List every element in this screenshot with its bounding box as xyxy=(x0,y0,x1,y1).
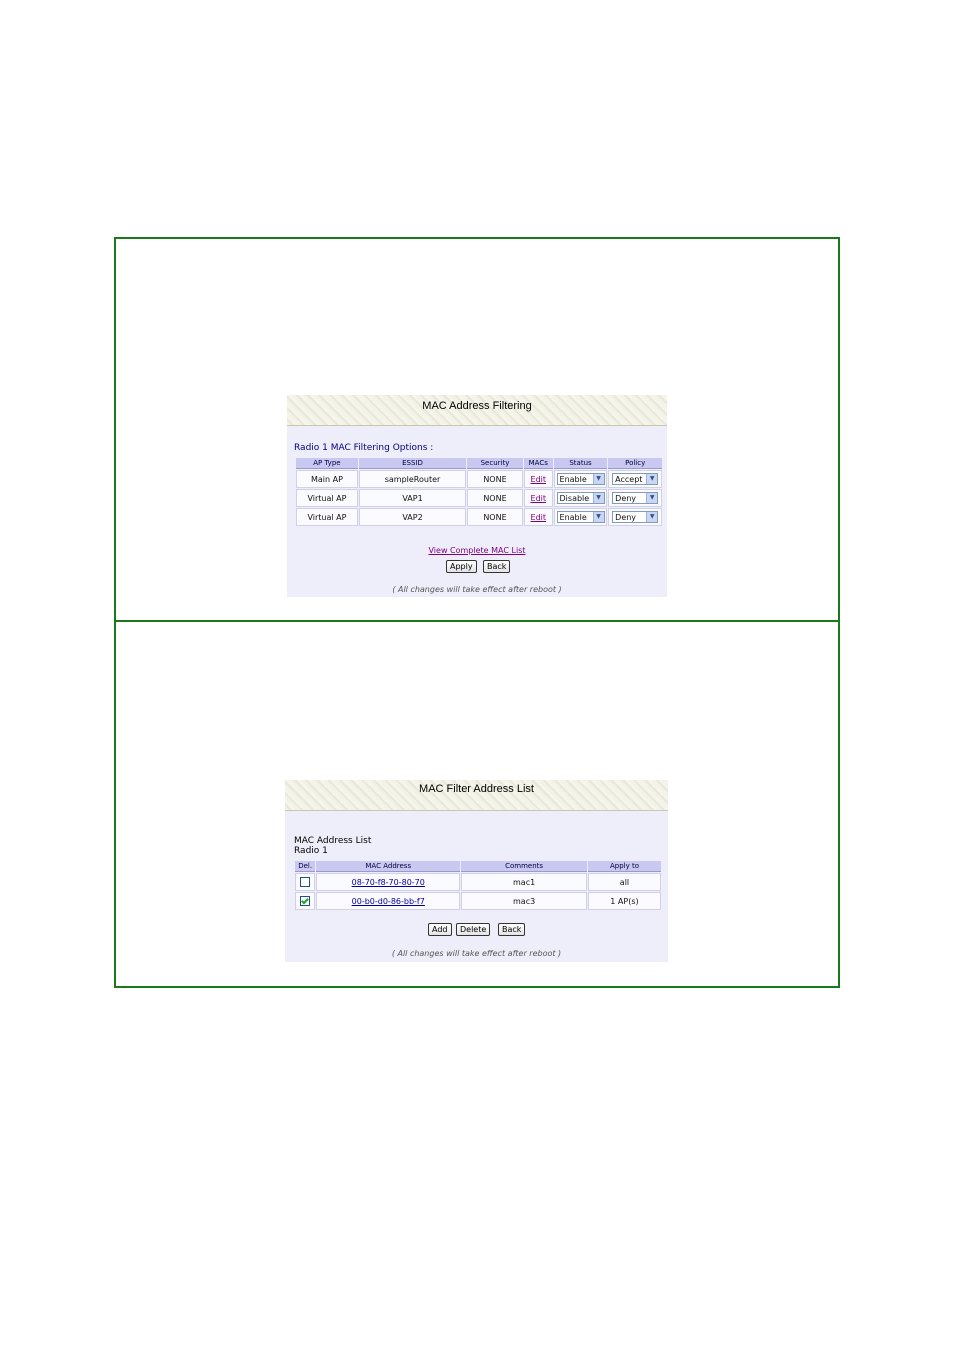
filtering-table: AP Type ESSID Security MACs Status Polic… xyxy=(295,457,663,527)
comment-cell: mac3 xyxy=(461,892,587,910)
policy-cell: Deny ▼ xyxy=(608,489,662,507)
table-row: 00-b0-d0-86-bb-f7 mac3 1 AP(s) xyxy=(295,892,661,910)
status-select[interactable]: Enable ▼ xyxy=(556,473,605,485)
chevron-down-icon: ▼ xyxy=(646,474,658,484)
frame-divider xyxy=(114,620,840,622)
back-button[interactable]: Back xyxy=(483,560,511,573)
macs-cell: Edit xyxy=(523,489,553,507)
back-button[interactable]: Back xyxy=(498,923,526,936)
status-select[interactable]: Disable ▼ xyxy=(556,492,605,504)
mac-filtering-panel: MAC Address Filtering Radio 1 MAC Filter… xyxy=(287,395,667,597)
table-row: Main AP sampleRouter NONE Edit Enable ▼ A… xyxy=(296,470,662,488)
ap-type-cell: Virtual AP xyxy=(296,489,358,507)
policy-value: Deny xyxy=(615,513,637,522)
macs-cell: Edit xyxy=(523,470,553,488)
edit-link[interactable]: Edit xyxy=(531,475,547,484)
policy-cell: Deny ▼ xyxy=(608,508,662,526)
table-row: Virtual AP VAP2 NONE Edit Enable ▼ Deny ▼ xyxy=(296,508,662,526)
table-row: 08-70-f8-70-80-70 mac1 all xyxy=(295,873,661,891)
policy-select[interactable]: Deny ▼ xyxy=(612,511,659,523)
chevron-down-icon: ▼ xyxy=(592,493,604,503)
policy-value: Deny xyxy=(615,494,637,503)
section-label: Radio 1 MAC Filtering Options : xyxy=(294,443,434,453)
status-value: Enable xyxy=(559,475,587,484)
col-apply-to: Apply to xyxy=(587,861,661,872)
mac-address-list-panel: MAC Filter Address List MAC Address List… xyxy=(285,780,668,962)
chevron-down-icon: ▼ xyxy=(592,474,604,484)
delete-button[interactable]: Delete xyxy=(456,923,491,936)
del-cell xyxy=(295,892,316,910)
policy-value: Accept xyxy=(615,475,643,484)
col-comments: Comments xyxy=(461,861,587,872)
page-title: MAC Address Filtering xyxy=(422,400,532,412)
policy-cell: Accept ▼ xyxy=(608,470,662,488)
apply-button[interactable]: Apply xyxy=(446,560,477,573)
radio-label: Radio 1 xyxy=(294,846,328,856)
status-cell: Enable ▼ xyxy=(553,508,608,526)
list-label: MAC Address List xyxy=(294,836,372,846)
col-ap-type: AP Type xyxy=(296,458,358,469)
col-essid: ESSID xyxy=(358,458,467,469)
reboot-note: ( All changes will take effect after reb… xyxy=(392,585,562,594)
ap-type-cell: Virtual AP xyxy=(296,508,358,526)
edit-link[interactable]: Edit xyxy=(531,513,547,522)
status-value: Enable xyxy=(559,513,587,522)
chevron-down-icon: ▼ xyxy=(646,512,658,522)
essid-cell: VAP2 xyxy=(358,508,467,526)
col-del: Del. xyxy=(295,861,316,872)
ap-type-cell: Main AP xyxy=(296,470,358,488)
status-select[interactable]: Enable ▼ xyxy=(556,511,605,523)
mac-cell: 00-b0-d0-86-bb-f7 xyxy=(316,892,461,910)
col-status: Status xyxy=(553,458,608,469)
apply-to-cell: all xyxy=(587,873,661,891)
status-cell: Disable ▼ xyxy=(553,489,608,507)
page-title: MAC Filter Address List xyxy=(419,783,534,795)
view-list-row: View Complete MAC List xyxy=(287,538,667,557)
table-row: Virtual AP VAP1 NONE Edit Disable ▼ Deny ▼ xyxy=(296,489,662,507)
col-mac-address: MAC Address xyxy=(316,861,461,872)
reboot-note: ( All changes will take effect after reb… xyxy=(391,949,562,958)
col-security: Security xyxy=(467,458,523,469)
macs-cell: Edit xyxy=(523,508,553,526)
col-policy: Policy xyxy=(608,458,662,469)
mac-address-link[interactable]: 08-70-f8-70-80-70 xyxy=(352,878,425,887)
security-cell: NONE xyxy=(467,489,523,507)
security-cell: NONE xyxy=(467,470,523,488)
chevron-down-icon: ▼ xyxy=(646,493,658,503)
policy-select[interactable]: Accept ▼ xyxy=(612,473,659,485)
delete-checkbox[interactable] xyxy=(300,896,311,906)
mac-address-link[interactable]: 00-b0-d0-86-bb-f7 xyxy=(352,897,425,906)
mac-cell: 08-70-f8-70-80-70 xyxy=(316,873,461,891)
essid-cell: VAP1 xyxy=(358,489,467,507)
add-button[interactable]: Add xyxy=(428,923,452,936)
policy-select[interactable]: Deny ▼ xyxy=(612,492,659,504)
view-complete-mac-list-link[interactable]: View Complete MAC List xyxy=(429,546,526,555)
mac-list-table: Del. MAC Address Comments Apply to 08-70… xyxy=(294,860,662,911)
delete-checkbox[interactable] xyxy=(300,877,311,887)
security-cell: NONE xyxy=(467,508,523,526)
status-cell: Enable ▼ xyxy=(553,470,608,488)
edit-link[interactable]: Edit xyxy=(531,494,547,503)
col-macs: MACs xyxy=(523,458,553,469)
status-value: Disable xyxy=(559,494,590,503)
del-cell xyxy=(295,873,316,891)
apply-to-cell: 1 AP(s) xyxy=(587,892,661,910)
essid-cell: sampleRouter xyxy=(358,470,467,488)
chevron-down-icon: ▼ xyxy=(592,512,604,522)
comment-cell: mac1 xyxy=(461,873,587,891)
